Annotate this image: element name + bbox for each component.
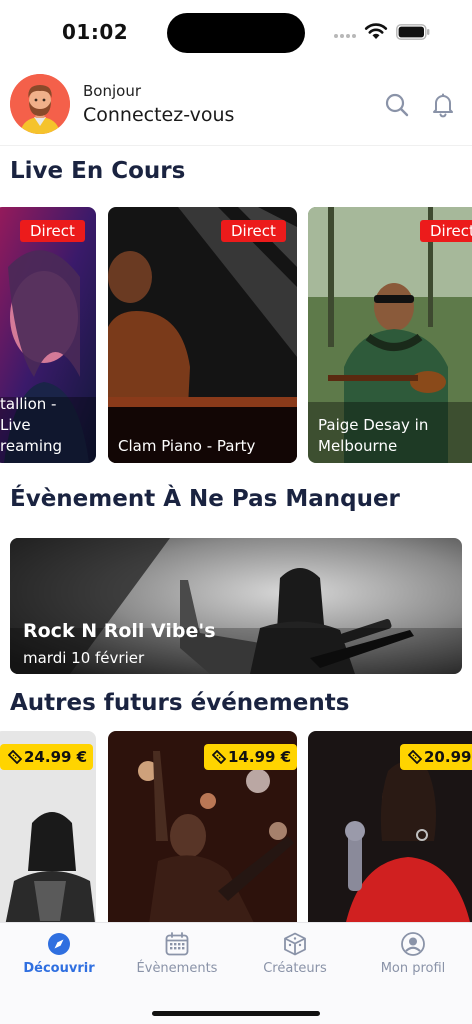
live-card-title: tallion - Live reaming: [0, 395, 63, 455]
battery-icon: [396, 24, 430, 40]
price-badge: 24.99 €: [0, 744, 94, 770]
tab-label: Créateurs: [263, 961, 327, 976]
live-badge: Direct: [20, 220, 85, 242]
upcoming-event-card[interactable]: 20.99 €: [308, 731, 472, 931]
greeting-text: Bonjour: [83, 82, 141, 100]
tab-createurs[interactable]: Créateurs: [236, 931, 354, 987]
ticket-icon: [8, 750, 22, 764]
featured-event-title: Rock N Roll Vibe's: [23, 620, 216, 642]
dynamic-island: [167, 13, 305, 53]
ticket-icon: [408, 750, 422, 764]
live-card[interactable]: Direct Clam Piano - Party: [108, 207, 297, 463]
live-card-title: Paige Desay in Melbourne: [318, 416, 429, 455]
upcoming-event-card[interactable]: 14.99 €: [108, 731, 297, 931]
price-label: 14.99 €: [228, 748, 292, 766]
tab-label: Mon profil: [380, 961, 446, 976]
search-icon[interactable]: [384, 92, 410, 118]
wifi-icon: [364, 23, 388, 39]
upcoming-event-card[interactable]: 24.99 €: [0, 731, 96, 931]
tab-label: Évènements: [136, 961, 218, 976]
price-badge: 20.99 €: [400, 744, 472, 770]
price-label: 24.99 €: [24, 748, 88, 766]
compass-icon: [48, 933, 70, 955]
live-card[interactable]: Direct Paige Desay in Melbourne: [308, 207, 472, 463]
live-badge: Direct: [420, 220, 472, 242]
home-indicator: [152, 1011, 320, 1016]
featured-event-card[interactable]: Rock N Roll Vibe's mardi 10 février: [10, 538, 462, 674]
tab-decouvrir[interactable]: Découvrir: [0, 931, 118, 987]
avatar-illustration: [10, 74, 70, 134]
cube-icon: [284, 932, 306, 956]
bottom-tab-bar: Découvrir Évènements Créateurs Mon profi…: [0, 922, 472, 1024]
live-section-title: Live En Cours: [10, 158, 186, 184]
featured-section-title: Évènement À Ne Pas Manquer: [10, 486, 400, 512]
calendar-icon: [165, 932, 189, 956]
price-label: 20.99 €: [424, 748, 472, 766]
featured-event-date: mardi 10 février: [23, 649, 145, 667]
bell-icon[interactable]: [430, 92, 456, 118]
login-link[interactable]: Connectez-vous: [83, 104, 234, 126]
live-badge: Direct: [221, 220, 286, 242]
avatar[interactable]: [10, 74, 70, 134]
status-time: 01:02: [62, 20, 129, 44]
tab-label: Découvrir: [23, 961, 95, 976]
profile-icon: [401, 932, 425, 956]
status-bar: 01:02: [0, 0, 472, 62]
ticket-icon: [212, 750, 226, 764]
tab-mon-profil[interactable]: Mon profil: [354, 931, 472, 987]
upcoming-section-title: Autres futurs événements: [10, 690, 350, 716]
live-card-title: Clam Piano - Party: [118, 437, 256, 455]
price-badge: 14.99 €: [204, 744, 297, 770]
tab-evenements[interactable]: Évènements: [118, 931, 236, 987]
cellular-signal-icon: [334, 34, 360, 40]
live-card-image: [108, 207, 297, 463]
live-card[interactable]: Direct tallion - Live reaming: [0, 207, 96, 463]
app-header: Bonjour Connectez-vous: [0, 68, 472, 146]
